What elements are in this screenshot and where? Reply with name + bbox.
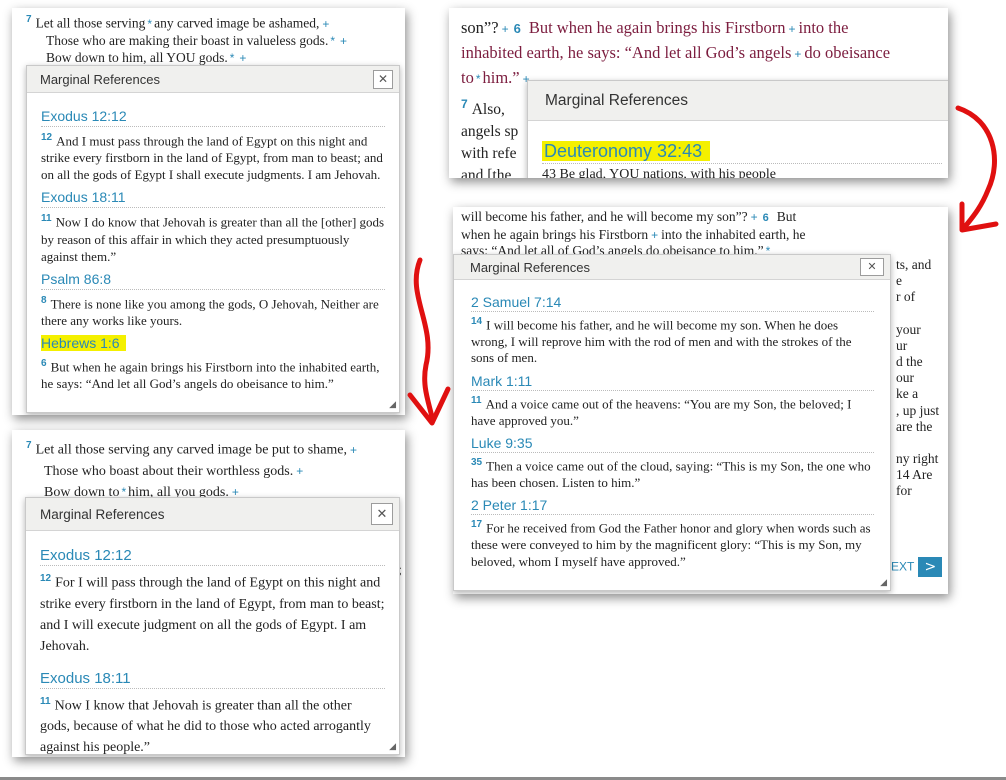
popup-title: Marginal References <box>470 260 590 275</box>
references-list: Exodus 12:12 12 And I must pass through t… <box>27 93 399 392</box>
plus-icon[interactable]: + <box>340 34 347 48</box>
verse-7-text: 7 Let all those serving * any carved image … <box>26 14 348 66</box>
popup-title: Marginal References <box>545 92 689 109</box>
close-icon[interactable]: ✕ <box>371 503 393 525</box>
arrow-down-curve-icon <box>955 105 999 233</box>
verse-7-text: 7 Let all those serving any carved image … <box>26 440 357 500</box>
popup-header: Marginal References ✕ <box>454 255 890 280</box>
next-button[interactable]: EXT > <box>891 557 943 579</box>
marginal-references-popup: Marginal References Deuteronomy 32:43 43… <box>527 80 948 178</box>
reference-entry: Psalm 86:8 8 There is none like you among… <box>41 270 385 329</box>
marginal-references-popup: Marginal References ✕ Exodus 12:12 12 And… <box>26 65 400 413</box>
reference-link[interactable]: Exodus 18:11 <box>40 669 385 689</box>
verse-number[interactable]: 7 <box>26 14 32 25</box>
close-icon[interactable]: ✕ <box>860 258 884 276</box>
references-list: 2 Samuel 7:14 14 I will become his father… <box>454 280 890 570</box>
reference-link-highlighted[interactable]: Deuteronomy 32:43 <box>542 139 942 164</box>
verse-7-fragment: 7 Also, angels sp with refe and [the <box>461 97 519 178</box>
screenshot-new-psalm-popup: 7 Let all those serving any carved image … <box>12 430 405 757</box>
references-list: Exodus 12:12 12 For I will pass through t… <box>26 531 399 757</box>
reference-entry: Exodus 12:12 12 For I will pass through t… <box>40 546 385 654</box>
reference-entry: 2 Peter 1:17 17 For he received from God … <box>471 496 874 570</box>
marginal-references-popup: Marginal References ✕ 2 Samuel 7:14 14 I … <box>453 254 891 591</box>
arrow-down-left-icon <box>407 257 451 426</box>
screenshot-old-psalm-popup: 7 Let all those serving * any carved image … <box>12 8 405 415</box>
resize-handle-icon[interactable]: ◢ <box>389 742 396 752</box>
reference-entry: Exodus 18:11 11 Now I know that Jehovah i… <box>40 669 385 757</box>
star-icon[interactable]: * <box>147 17 152 31</box>
reference-entry: Exodus 18:11 11 Now I do know that Jehova… <box>41 188 385 264</box>
reference-link[interactable]: 2 Samuel 7:14 <box>471 293 874 312</box>
reference-link-highlighted[interactable]: Hebrews 1:6 <box>41 334 385 353</box>
popup-header: Marginal References ✕ <box>26 498 399 531</box>
screenshot-hebrews-popup: son”? +6 But when he again brings his Firs… <box>449 8 948 178</box>
marginal-references-popup: Marginal References ✕ Exodus 12:12 12 For… <box>25 497 400 755</box>
reference-link[interactable]: Luke 9:35 <box>471 434 874 454</box>
reference-link[interactable]: Mark 1:11 <box>471 372 874 391</box>
popup-title: Marginal References <box>40 72 160 87</box>
hebrews-verse-text: will become his father, and he will beco… <box>461 209 806 258</box>
star-icon[interactable]: * <box>330 34 335 48</box>
resize-handle-icon[interactable]: ◢ <box>389 400 396 410</box>
reference-link[interactable]: 2 Peter 1:17 <box>471 496 874 516</box>
side-text-fragments: ts, and e r of your ur d the our ke a , … <box>896 257 940 499</box>
star-icon[interactable]: * <box>230 51 235 65</box>
plus-icon[interactable]: + <box>322 17 329 31</box>
reference-link[interactable]: Exodus 18:11 <box>41 188 385 209</box>
reference-link[interactable]: Exodus 12:12 <box>41 107 385 127</box>
popup-title: Marginal References <box>40 507 165 522</box>
popup-header: Marginal References <box>528 81 948 121</box>
reference-link[interactable]: Exodus 12:12 <box>40 546 385 566</box>
reference-link[interactable]: Psalm 86:8 <box>41 270 385 290</box>
resize-handle-icon[interactable]: ◢ <box>880 578 887 588</box>
close-icon[interactable]: ✕ <box>373 70 393 89</box>
popup-header: Marginal References ✕ <box>27 66 399 93</box>
plus-icon[interactable]: + <box>239 51 246 65</box>
chevron-right-icon[interactable]: > <box>918 557 943 577</box>
reference-entry: 2 Samuel 7:14 14 I will become his father… <box>471 293 874 367</box>
screenshot-hebrews-new-popup: will become his father, and he will beco… <box>453 207 948 594</box>
reference-entry: Mark 1:11 11 And a voice came out of the … <box>471 372 874 429</box>
reference-entry: Luke 9:35 35 Then a voice came out of the… <box>471 434 874 491</box>
reference-entry: Hebrews 1:6 6 But when he again brings hi… <box>41 334 385 392</box>
reference-entry: Exodus 12:12 12 And I must pass through t… <box>41 107 385 183</box>
